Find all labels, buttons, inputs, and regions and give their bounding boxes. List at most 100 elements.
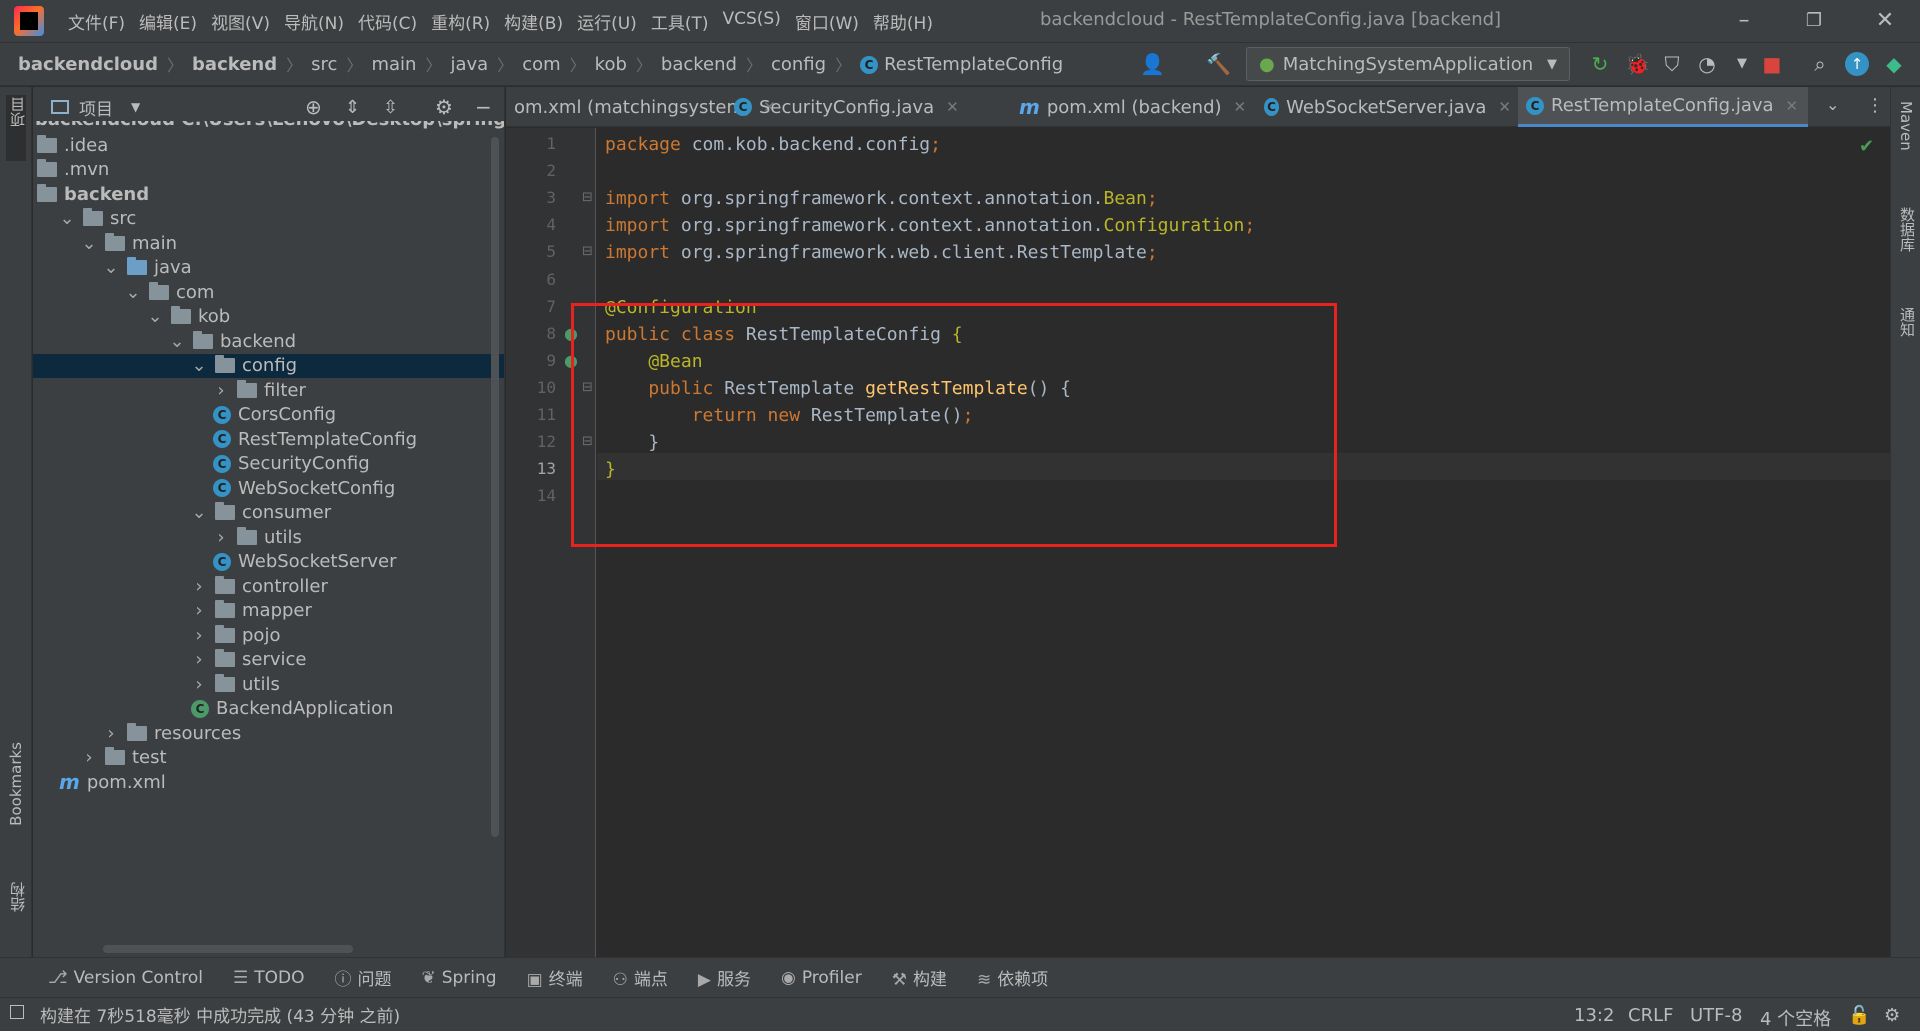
tree-item[interactable]: ⌄ java	[33, 256, 504, 281]
caret-position[interactable]: 13:2	[1574, 1005, 1614, 1026]
debug-bug-icon[interactable]: 🐞	[1625, 52, 1650, 76]
locate-icon[interactable]: ⊕	[305, 95, 322, 119]
tree-item[interactable]: C CorsConfig	[33, 403, 504, 428]
breadcrumb-item[interactable]: com	[522, 54, 560, 75]
hide-icon[interactable]: −	[475, 95, 492, 119]
breadcrumb-item[interactable]: main	[371, 54, 416, 75]
stop-icon[interactable]: ■	[1760, 52, 1784, 76]
gear-icon[interactable]: ⚙	[435, 95, 453, 119]
coverage-icon[interactable]: ⛉	[1660, 52, 1684, 76]
breadcrumb-item[interactable]: java	[450, 54, 488, 75]
tree-item[interactable]: ⌄ main	[33, 231, 504, 256]
collapse-arrow-icon[interactable]: ›	[191, 649, 207, 670]
inspector-icon[interactable]: ⚙	[1884, 1005, 1900, 1026]
indent-setting[interactable]: 4 个空格	[1760, 1005, 1831, 1031]
collapse-arrow-icon[interactable]: ›	[191, 600, 207, 621]
bottom-tool-6[interactable]: ▶ 服务	[698, 965, 751, 990]
expand-arrow-icon[interactable]: ⌄	[125, 282, 141, 303]
tree-item[interactable]: › controller	[33, 574, 504, 599]
menu-item[interactable]: 编辑(E)	[139, 9, 197, 34]
more-actions-icon[interactable]: ⋮	[1866, 95, 1884, 116]
search-icon[interactable]: ⌕	[1808, 52, 1832, 76]
menu-item[interactable]: 构建(B)	[504, 9, 563, 34]
breadcrumb-item[interactable]: src	[311, 54, 337, 75]
menu-item[interactable]: 视图(V)	[211, 9, 270, 34]
minimize-icon[interactable]: –	[1729, 6, 1759, 36]
intellij-logo-icon[interactable]	[14, 6, 44, 36]
tree-item[interactable]: .idea	[33, 133, 504, 158]
layout-toggle-icon[interactable]	[10, 1005, 24, 1019]
breadcrumb-item[interactable]: backend	[192, 54, 277, 75]
expand-arrow-icon[interactable]: ⌄	[147, 306, 163, 327]
fold-marker-icon[interactable]: ⊟	[582, 190, 593, 205]
code-with-me-icon[interactable]: ◆	[1882, 52, 1906, 76]
menu-item[interactable]: VCS(S)	[722, 9, 780, 34]
close-icon[interactable]: ✕	[1870, 6, 1900, 36]
bottom-tool-8[interactable]: ⚒ 构建	[892, 965, 947, 990]
tree-item[interactable]: ⌄ backend	[33, 329, 504, 354]
lock-icon[interactable]: 🔓	[1848, 1005, 1870, 1026]
bottom-tool-5[interactable]: ⚇ 端点	[613, 965, 668, 990]
tab-list-chevron-icon[interactable]: ⌄	[1826, 95, 1839, 114]
expand-arrow-icon[interactable]: ⌄	[169, 331, 185, 352]
project-horizontal-scrollbar[interactable]	[103, 945, 353, 953]
tree-item[interactable]: › service	[33, 648, 504, 673]
tab-securityconfigjava[interactable]: C SecurityConfig.java ✕	[726, 87, 1006, 127]
breadcrumb-item[interactable]: C RestTemplateConfig	[860, 54, 1063, 75]
chevron-down-icon[interactable]: ▼	[131, 100, 140, 114]
tree-item[interactable]: › mapper	[33, 599, 504, 624]
expand-arrow-icon[interactable]: ⌄	[103, 257, 119, 278]
bottom-tool-3[interactable]: ❦ Spring	[421, 968, 496, 988]
expand-arrow-icon[interactable]: ⌄	[191, 355, 207, 376]
expand-all-icon[interactable]: ⇕	[345, 97, 360, 118]
structure-tool-button[interactable]: 结构	[7, 882, 28, 912]
collapse-arrow-icon[interactable]: ›	[191, 674, 207, 695]
restore-icon[interactable]: ❐	[1799, 6, 1829, 36]
no-problems-check-icon[interactable]: ✔	[1859, 136, 1874, 157]
breadcrumb-item[interactable]: backend	[661, 54, 737, 75]
line-separator[interactable]: CRLF	[1628, 1005, 1673, 1026]
tree-item[interactable]: .mvn	[33, 158, 504, 183]
notifications-tool-button[interactable]: 通知	[1897, 307, 1918, 337]
tree-item[interactable]: › utils	[33, 525, 504, 550]
collapse-arrow-icon[interactable]: ›	[191, 625, 207, 646]
close-icon[interactable]: ✕	[946, 98, 959, 116]
tree-item[interactable]: › utils	[33, 672, 504, 697]
user-icon[interactable]: 👤	[1140, 52, 1165, 76]
tree-item[interactable]: C WebSocketServer	[33, 550, 504, 575]
more-run-chevron-icon[interactable]: ▼	[1730, 52, 1754, 76]
collapse-arrow-icon[interactable]: ›	[213, 380, 229, 401]
rerun-icon[interactable]: ↻	[1588, 52, 1612, 76]
breadcrumb-item[interactable]: kob	[595, 54, 627, 75]
tree-item[interactable]: C RestTemplateConfig	[33, 427, 504, 452]
menu-item[interactable]: 导航(N)	[284, 9, 344, 34]
file-encoding[interactable]: UTF-8	[1690, 1005, 1742, 1026]
project-scrollbar[interactable]	[491, 137, 499, 837]
close-icon[interactable]: ✕	[1498, 98, 1511, 116]
breadcrumb-item[interactable]: config	[771, 54, 826, 75]
fold-marker-icon[interactable]: ⊟	[582, 244, 593, 259]
tree-item[interactable]: › pojo	[33, 623, 504, 648]
bottom-tool-2[interactable]: ⓘ 问题	[334, 965, 391, 990]
menu-item[interactable]: 运行(U)	[577, 9, 637, 34]
collapse-arrow-icon[interactable]: ›	[81, 747, 97, 768]
tree-item[interactable]: ⌄ config	[33, 353, 504, 378]
collapse-arrow-icon[interactable]: ›	[103, 723, 119, 744]
tree-item[interactable]: m pom.xml	[33, 770, 504, 795]
project-tool-button[interactable]: 项目	[7, 97, 28, 127]
tab-websocketserverjava[interactable]: C WebSocketServer.java ✕	[1256, 87, 1511, 127]
bottom-tool-4[interactable]: ▣ 终端	[527, 965, 583, 990]
close-icon[interactable]: ✕	[1786, 97, 1799, 115]
bookmarks-tool-button[interactable]: Bookmarks	[7, 742, 25, 826]
collapse-all-icon[interactable]: ⇳	[383, 97, 398, 118]
database-tool-button[interactable]: 数据库	[1897, 207, 1918, 252]
tree-item[interactable]: › test	[33, 746, 504, 771]
bottom-tool-9[interactable]: ≋ 依赖项	[977, 965, 1048, 990]
project-panel-title[interactable]: 项目	[79, 95, 113, 120]
menu-item[interactable]: 代码(C)	[358, 9, 417, 34]
close-icon[interactable]: ✕	[1234, 98, 1247, 116]
tree-item[interactable]: C SecurityConfig	[33, 452, 504, 477]
tree-item[interactable]: C WebSocketConfig	[33, 476, 504, 501]
tree-item[interactable]: ⌄ kob	[33, 305, 504, 330]
tab-pomxmlbackend[interactable]: m pom.xml (backend) ✕	[1011, 87, 1251, 127]
